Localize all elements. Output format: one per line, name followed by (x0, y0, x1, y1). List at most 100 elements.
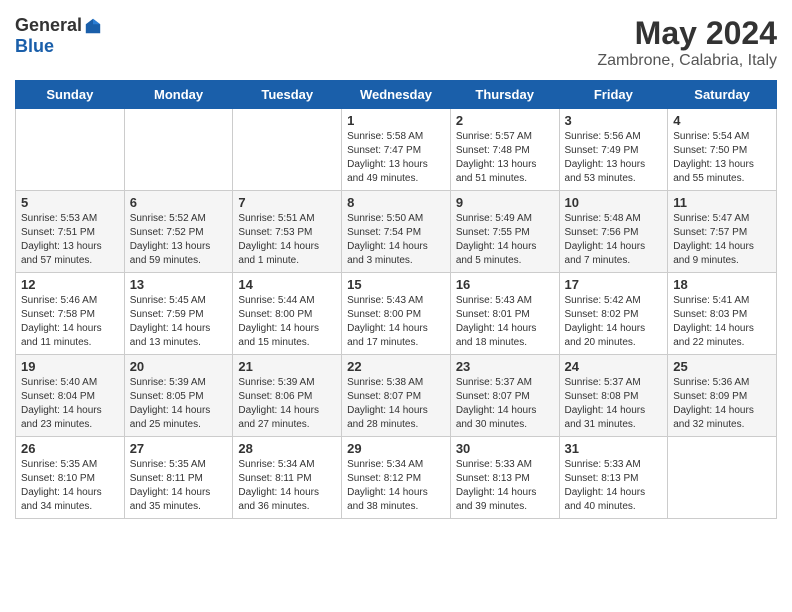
table-row: 2 Sunrise: 5:57 AMSunset: 7:48 PMDaylight… (450, 109, 559, 191)
day-info: Sunrise: 5:43 AMSunset: 8:01 PMDaylight:… (456, 294, 554, 350)
day-number: 31 (565, 441, 663, 456)
day-number: 1 (347, 113, 445, 128)
day-number: 30 (456, 441, 554, 456)
day-info: Sunrise: 5:42 AMSunset: 8:02 PMDaylight:… (565, 294, 663, 350)
day-info: Sunrise: 5:44 AMSunset: 8:00 PMDaylight:… (238, 294, 336, 350)
day-info: Sunrise: 5:33 AMSunset: 8:13 PMDaylight:… (565, 458, 663, 514)
table-row: 16 Sunrise: 5:43 AMSunset: 8:01 PMDayligh… (450, 273, 559, 355)
day-number: 6 (130, 195, 228, 210)
calendar-week: 1 Sunrise: 5:58 AMSunset: 7:47 PMDaylight… (16, 109, 777, 191)
table-row: 26 Sunrise: 5:35 AMSunset: 8:10 PMDayligh… (16, 437, 125, 519)
day-info: Sunrise: 5:45 AMSunset: 7:59 PMDaylight:… (130, 294, 228, 350)
logo-icon (84, 17, 102, 35)
day-number: 9 (456, 195, 554, 210)
day-info: Sunrise: 5:35 AMSunset: 8:11 PMDaylight:… (130, 458, 228, 514)
weekday-header: Tuesday (233, 81, 342, 109)
day-info: Sunrise: 5:36 AMSunset: 8:09 PMDaylight:… (673, 376, 771, 432)
table-row: 30 Sunrise: 5:33 AMSunset: 8:13 PMDayligh… (450, 437, 559, 519)
table-row: 6 Sunrise: 5:52 AMSunset: 7:52 PMDaylight… (124, 191, 233, 273)
day-number: 8 (347, 195, 445, 210)
day-info: Sunrise: 5:40 AMSunset: 8:04 PMDaylight:… (21, 376, 119, 432)
day-info: Sunrise: 5:43 AMSunset: 8:00 PMDaylight:… (347, 294, 445, 350)
table-row: 22Sunrise: 5:38 AMSunset: 8:07 PMDayligh… (342, 355, 451, 437)
table-row: 13 Sunrise: 5:45 AMSunset: 7:59 PMDayligh… (124, 273, 233, 355)
day-number: 2 (456, 113, 554, 128)
weekday-header: Thursday (450, 81, 559, 109)
day-info: Sunrise: 5:51 AMSunset: 7:53 PMDaylight:… (238, 212, 336, 268)
table-row (668, 437, 777, 519)
day-info: Sunrise: 5:52 AMSunset: 7:52 PMDaylight:… (130, 212, 228, 268)
calendar-week: 19 Sunrise: 5:40 AMSunset: 8:04 PMDayligh… (16, 355, 777, 437)
table-row: 5 Sunrise: 5:53 AMSunset: 7:51 PMDaylight… (16, 191, 125, 273)
day-info: Sunrise: 5:50 AMSunset: 7:54 PMDaylight:… (347, 212, 445, 268)
day-number: 18 (673, 277, 771, 292)
calendar-week: 12 Sunrise: 5:46 AMSunset: 7:58 PMDayligh… (16, 273, 777, 355)
logo: General Blue (15, 15, 102, 57)
day-info: Sunrise: 5:39 AMSunset: 8:06 PMDaylight:… (238, 376, 336, 432)
table-row: 1 Sunrise: 5:58 AMSunset: 7:47 PMDaylight… (342, 109, 451, 191)
day-number: 24 (565, 359, 663, 374)
day-number: 23 (456, 359, 554, 374)
day-number: 12 (21, 277, 119, 292)
day-number: 21 (238, 359, 336, 374)
table-row: 11Sunrise: 5:47 AMSunset: 7:57 PMDayligh… (668, 191, 777, 273)
day-info: Sunrise: 5:33 AMSunset: 8:13 PMDaylight:… (456, 458, 554, 514)
day-info: Sunrise: 5:39 AMSunset: 8:05 PMDaylight:… (130, 376, 228, 432)
day-info: Sunrise: 5:53 AMSunset: 7:51 PMDaylight:… (21, 212, 119, 268)
weekday-header: Wednesday (342, 81, 451, 109)
table-row: 21 Sunrise: 5:39 AMSunset: 8:06 PMDayligh… (233, 355, 342, 437)
table-row: 24 Sunrise: 5:37 AMSunset: 8:08 PMDayligh… (559, 355, 668, 437)
day-info: Sunrise: 5:35 AMSunset: 8:10 PMDaylight:… (21, 458, 119, 514)
day-info: Sunrise: 5:37 AMSunset: 8:08 PMDaylight:… (565, 376, 663, 432)
logo-general: General (15, 15, 82, 36)
day-info: Sunrise: 5:56 AMSunset: 7:49 PMDaylight:… (565, 130, 663, 186)
day-info: Sunrise: 5:47 AMSunset: 7:57 PMDaylight:… (673, 212, 771, 268)
table-row: 18 Sunrise: 5:41 AMSunset: 8:03 PMDayligh… (668, 273, 777, 355)
day-number: 17 (565, 277, 663, 292)
page-header: General Blue May 2024 Zambrone, Calabria… (15, 15, 777, 70)
day-number: 5 (21, 195, 119, 210)
table-row: 27 Sunrise: 5:35 AMSunset: 8:11 PMDayligh… (124, 437, 233, 519)
weekday-header: Saturday (668, 81, 777, 109)
day-info: Sunrise: 5:58 AMSunset: 7:47 PMDaylight:… (347, 130, 445, 186)
calendar-week: 26 Sunrise: 5:35 AMSunset: 8:10 PMDayligh… (16, 437, 777, 519)
table-row: 3Sunrise: 5:56 AMSunset: 7:49 PMDaylight… (559, 109, 668, 191)
day-info: Sunrise: 5:49 AMSunset: 7:55 PMDaylight:… (456, 212, 554, 268)
table-row: 8 Sunrise: 5:50 AMSunset: 7:54 PMDaylight… (342, 191, 451, 273)
day-number: 29 (347, 441, 445, 456)
table-row (124, 109, 233, 191)
table-row: 28 Sunrise: 5:34 AMSunset: 8:11 PMDayligh… (233, 437, 342, 519)
logo-blue: Blue (15, 36, 54, 56)
table-row: 7Sunrise: 5:51 AMSunset: 7:53 PMDaylight… (233, 191, 342, 273)
day-number: 28 (238, 441, 336, 456)
month-title: May 2024 (597, 15, 777, 52)
day-info: Sunrise: 5:34 AMSunset: 8:11 PMDaylight:… (238, 458, 336, 514)
day-info: Sunrise: 5:34 AMSunset: 8:12 PMDaylight:… (347, 458, 445, 514)
day-number: 10 (565, 195, 663, 210)
table-row: 25Sunrise: 5:36 AMSunset: 8:09 PMDayligh… (668, 355, 777, 437)
table-row (233, 109, 342, 191)
day-number: 4 (673, 113, 771, 128)
day-number: 27 (130, 441, 228, 456)
day-number: 26 (21, 441, 119, 456)
day-number: 13 (130, 277, 228, 292)
day-info: Sunrise: 5:41 AMSunset: 8:03 PMDaylight:… (673, 294, 771, 350)
day-number: 22 (347, 359, 445, 374)
day-number: 16 (456, 277, 554, 292)
table-row: 29 Sunrise: 5:34 AMSunset: 8:12 PMDayligh… (342, 437, 451, 519)
table-row: 10Sunrise: 5:48 AMSunset: 7:56 PMDayligh… (559, 191, 668, 273)
calendar-header: SundayMondayTuesdayWednesdayThursdayFrid… (16, 81, 777, 109)
table-row: 17 Sunrise: 5:42 AMSunset: 8:02 PMDayligh… (559, 273, 668, 355)
day-number: 19 (21, 359, 119, 374)
calendar: SundayMondayTuesdayWednesdayThursdayFrid… (15, 80, 777, 519)
table-row: 4 Sunrise: 5:54 AMSunset: 7:50 PMDaylight… (668, 109, 777, 191)
table-row: 14 Sunrise: 5:44 AMSunset: 8:00 PMDayligh… (233, 273, 342, 355)
table-row: 23 Sunrise: 5:37 AMSunset: 8:07 PMDayligh… (450, 355, 559, 437)
table-row: 15Sunrise: 5:43 AMSunset: 8:00 PMDayligh… (342, 273, 451, 355)
day-info: Sunrise: 5:54 AMSunset: 7:50 PMDaylight:… (673, 130, 771, 186)
day-info: Sunrise: 5:46 AMSunset: 7:58 PMDaylight:… (21, 294, 119, 350)
day-number: 14 (238, 277, 336, 292)
day-info: Sunrise: 5:57 AMSunset: 7:48 PMDaylight:… (456, 130, 554, 186)
table-row (16, 109, 125, 191)
day-info: Sunrise: 5:37 AMSunset: 8:07 PMDaylight:… (456, 376, 554, 432)
